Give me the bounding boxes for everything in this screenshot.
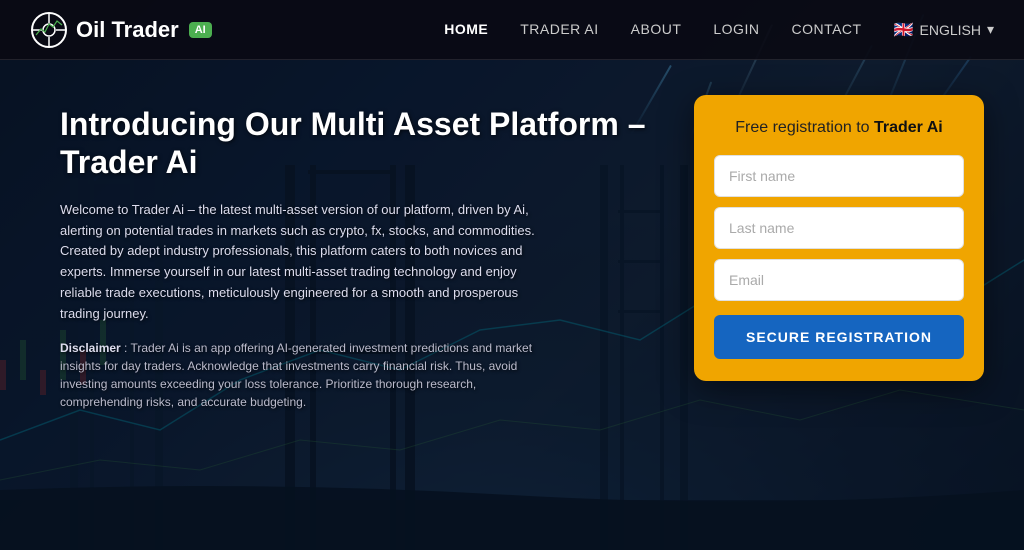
navbar: Oil Trader AI HOME TRADER AI ABOUT LOGIN… (0, 0, 1024, 60)
reg-title-prefix: Free registration to (735, 119, 869, 136)
language-label: ENGLISH (920, 22, 981, 38)
nav-about[interactable]: ABOUT (631, 21, 682, 39)
registration-card: Free registration to Trader Ai SECURE RE… (694, 95, 984, 381)
logo: Oil Trader AI (30, 11, 212, 49)
logo-text: Oil Trader (76, 17, 179, 43)
nav-language[interactable]: 🇬🇧 ENGLISH ▾ (894, 20, 994, 40)
nav-home[interactable]: HOME (444, 21, 488, 39)
registration-form: SECURE REGISTRATION (714, 155, 964, 359)
logo-icon (30, 11, 68, 49)
nav-contact[interactable]: CONTACT (791, 21, 861, 39)
nav-links: HOME TRADER AI ABOUT LOGIN CONTACT 🇬🇧 EN… (444, 20, 994, 40)
main-description: Welcome to Trader Ai – the latest multi-… (60, 200, 560, 325)
logo-badge: AI (189, 22, 212, 38)
disclaimer: Disclaimer : Trader Ai is an app offerin… (60, 339, 550, 411)
nav-login[interactable]: LOGIN (713, 21, 759, 39)
last-name-input[interactable] (714, 207, 964, 249)
main-content: Introducing Our Multi Asset Platform – T… (0, 60, 1024, 550)
main-heading: Introducing Our Multi Asset Platform – T… (60, 105, 654, 182)
secure-registration-button[interactable]: SECURE REGISTRATION (714, 315, 964, 359)
registration-title: Free registration to Trader Ai (714, 119, 964, 137)
first-name-input[interactable] (714, 155, 964, 197)
chevron-down-icon: ▾ (987, 21, 994, 38)
left-content: Introducing Our Multi Asset Platform – T… (60, 95, 654, 411)
email-input[interactable] (714, 259, 964, 301)
disclaimer-label: Disclaimer (60, 341, 121, 355)
reg-title-brand: Trader Ai (874, 119, 943, 136)
flag-icon: 🇬🇧 (894, 20, 914, 40)
nav-trader-ai[interactable]: TRADER AI (520, 21, 598, 39)
disclaimer-text: : Trader Ai is an app offering AI-genera… (60, 341, 532, 409)
